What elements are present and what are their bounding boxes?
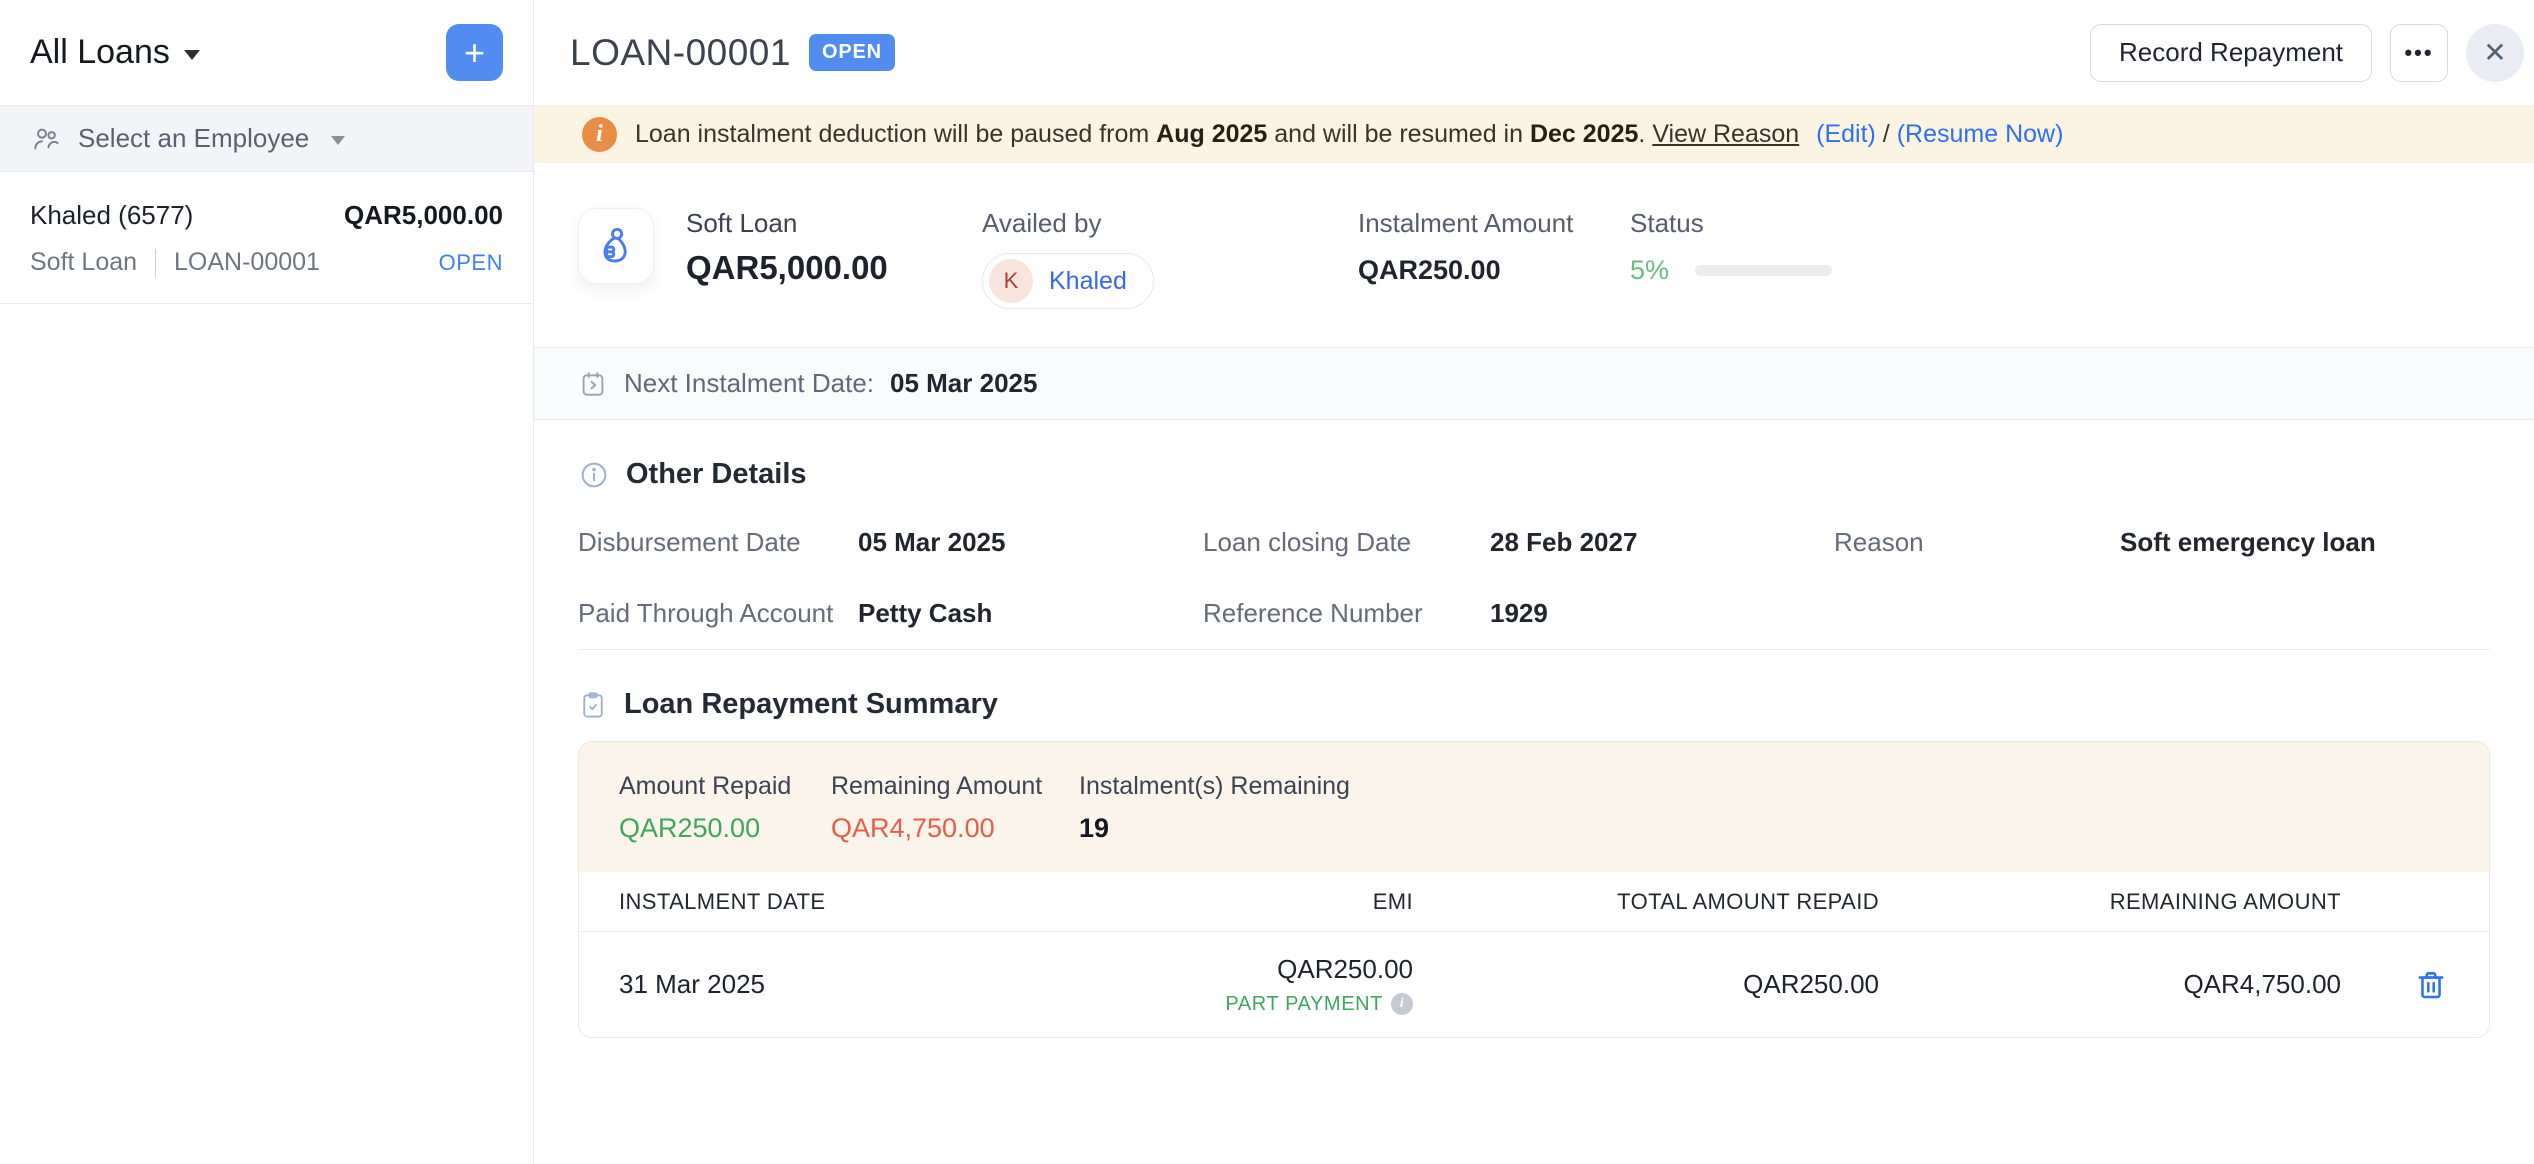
add-loan-button[interactable]: + bbox=[446, 24, 503, 81]
repayment-summary-title: Loan Repayment Summary bbox=[624, 688, 998, 721]
detail-header: LOAN-00001 OPEN Record Repayment ••• ✕ bbox=[534, 0, 2534, 105]
loan-type-label: Soft Loan bbox=[686, 208, 888, 239]
field-label: Paid Through Account bbox=[578, 598, 858, 629]
availed-by-label: Availed by bbox=[982, 208, 1154, 239]
loan-summary-section: Soft Loan QAR5,000.00 Availed by K Khale… bbox=[534, 163, 2534, 347]
loan-item-status-badge: OPEN bbox=[439, 250, 503, 276]
page-title: LOAN-00001 bbox=[570, 32, 791, 74]
repayment-summary-card: Amount Repaid QAR250.00 Remaining Amount… bbox=[578, 741, 2490, 1038]
repayment-stats: Amount Repaid QAR250.00 Remaining Amount… bbox=[579, 742, 2489, 872]
avatar: K bbox=[989, 259, 1033, 303]
col-emi: EMI bbox=[1039, 889, 1413, 915]
loans-sidebar: All Loans + Select an Employee Khaled (6… bbox=[0, 0, 534, 1164]
section-divider bbox=[578, 649, 2490, 650]
loan-amount: QAR5,000.00 bbox=[686, 249, 888, 287]
loan-item-amount: QAR5,000.00 bbox=[344, 200, 503, 231]
next-instalment-label: Next Instalment Date: bbox=[624, 368, 874, 399]
other-details-grid: Disbursement Date 05 Mar 2025 Loan closi… bbox=[578, 527, 2490, 629]
row-date: 31 Mar 2025 bbox=[619, 969, 1039, 1000]
people-icon bbox=[30, 123, 62, 155]
other-details-title: Other Details bbox=[626, 458, 807, 491]
employee-filter-placeholder: Select an Employee bbox=[78, 123, 309, 154]
loan-item-employee: Khaled (6577) bbox=[30, 200, 193, 231]
money-bag-icon bbox=[594, 224, 638, 268]
field-label: Reason bbox=[1834, 527, 2120, 558]
field-value: 05 Mar 2025 bbox=[858, 527, 1203, 558]
next-instalment-date: 05 Mar 2025 bbox=[890, 368, 1037, 399]
loan-detail-page: All Loans + Select an Employee Khaled (6… bbox=[0, 0, 2534, 1164]
repayment-table-row: 31 Mar 2025 QAR250.00 PART PAYMENT i QAR… bbox=[579, 932, 2489, 1037]
status-label: Status bbox=[1630, 208, 1832, 239]
loans-filter-label: All Loans bbox=[30, 33, 170, 72]
close-icon: ✕ bbox=[2483, 36, 2506, 69]
banner-resume-month: Dec 2025 bbox=[1530, 120, 1638, 148]
field-value: 1929 bbox=[1490, 598, 1834, 629]
chevron-down-icon bbox=[331, 136, 345, 145]
row-remaining: QAR4,750.00 bbox=[1879, 969, 2341, 1000]
instalment-amount-value: QAR250.00 bbox=[1358, 255, 1573, 286]
record-repayment-button[interactable]: Record Repayment bbox=[2090, 24, 2372, 82]
other-details-heading: Other Details bbox=[578, 458, 2490, 491]
next-instalment-row: Next Instalment Date: 05 Mar 2025 bbox=[534, 347, 2534, 420]
field-label: Disbursement Date bbox=[578, 527, 858, 558]
close-button[interactable]: ✕ bbox=[2466, 24, 2524, 82]
sidebar-header: All Loans + bbox=[0, 0, 533, 105]
employee-filter[interactable]: Select an Employee bbox=[0, 105, 533, 172]
row-emi: QAR250.00 bbox=[1277, 954, 1413, 984]
employee-chip[interactable]: K Khaled bbox=[982, 253, 1154, 309]
plus-icon: + bbox=[464, 32, 485, 74]
view-reason-link[interactable]: View Reason bbox=[1652, 120, 1799, 148]
field-value: Petty Cash bbox=[858, 598, 1203, 629]
field-value: Soft emergency loan bbox=[2120, 527, 2490, 558]
row-total-repaid: QAR250.00 bbox=[1413, 969, 1879, 1000]
banner-paused-month: Aug 2025 bbox=[1156, 120, 1267, 148]
edit-pause-link[interactable]: (Edit) bbox=[1816, 120, 1876, 148]
stat-remaining-amount: Remaining Amount QAR4,750.00 bbox=[831, 772, 1079, 844]
progress-bar bbox=[1695, 265, 1832, 276]
chevron-down-icon bbox=[184, 50, 200, 60]
employee-name-link: Khaled bbox=[1049, 267, 1127, 296]
instalment-amount-label: Instalment Amount bbox=[1358, 208, 1573, 239]
col-remaining: REMAINING AMOUNT bbox=[1879, 889, 2341, 915]
loan-list-item[interactable]: Khaled (6577) QAR5,000.00 Soft Loan LOAN… bbox=[0, 172, 533, 304]
field-value: 28 Feb 2027 bbox=[1490, 527, 1834, 558]
info-circle-icon bbox=[578, 459, 610, 491]
stat-instalments-remaining: Instalment(s) Remaining 19 bbox=[1079, 772, 1350, 844]
status-badge: OPEN bbox=[809, 34, 895, 71]
more-options-button[interactable]: ••• bbox=[2390, 24, 2448, 82]
loan-detail-panel: LOAN-00001 OPEN Record Repayment ••• ✕ i… bbox=[534, 0, 2534, 1164]
delete-repayment-button[interactable] bbox=[2413, 967, 2449, 1003]
resume-now-link[interactable]: (Resume Now) bbox=[1897, 120, 2064, 148]
repayment-table-header: INSTALMENT DATE EMI TOTAL AMOUNT REPAID … bbox=[579, 872, 2489, 932]
stat-amount-repaid: Amount Repaid QAR250.00 bbox=[619, 772, 831, 844]
banner-text: Loan instalment deduction will be paused… bbox=[635, 120, 1156, 148]
ellipsis-icon: ••• bbox=[2404, 40, 2433, 65]
trash-icon bbox=[2413, 967, 2449, 1003]
part-payment-info-icon[interactable]: i bbox=[1391, 993, 1413, 1015]
field-label: Loan closing Date bbox=[1203, 527, 1490, 558]
calendar-next-icon bbox=[578, 369, 608, 399]
loan-type-icon-box bbox=[578, 208, 654, 284]
loan-item-type: Soft Loan bbox=[30, 248, 137, 277]
clipboard-check-icon bbox=[578, 690, 608, 720]
col-instalment-date: INSTALMENT DATE bbox=[619, 889, 1039, 915]
divider bbox=[155, 249, 156, 277]
loans-filter-dropdown[interactable]: All Loans bbox=[30, 33, 200, 72]
info-icon: i bbox=[582, 117, 617, 152]
part-payment-tag: PART PAYMENT bbox=[1225, 993, 1383, 1016]
col-total-repaid: TOTAL AMOUNT REPAID bbox=[1413, 889, 1879, 915]
status-percent: 5% bbox=[1630, 255, 1669, 286]
pause-warning-banner: i Loan instalment deduction will be paus… bbox=[534, 105, 2534, 163]
loan-item-number: LOAN-00001 bbox=[174, 248, 320, 277]
repayment-summary-heading: Loan Repayment Summary bbox=[578, 688, 2490, 721]
field-label: Reference Number bbox=[1203, 598, 1490, 629]
